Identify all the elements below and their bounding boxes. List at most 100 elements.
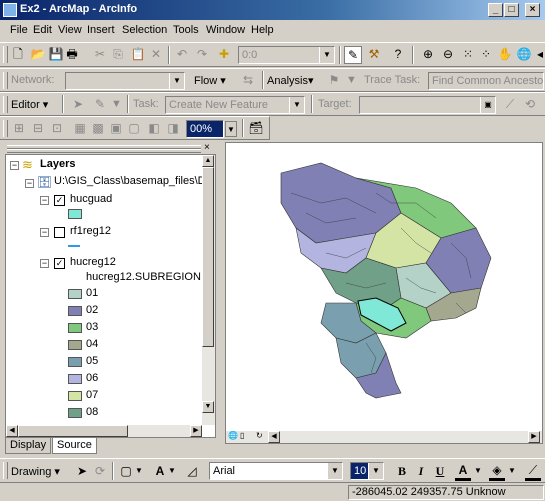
new-text-icon[interactable]: A [152, 463, 168, 479]
cut-icon[interactable]: ✂ [92, 46, 108, 62]
scroll-right-icon[interactable]: ▶ [190, 425, 202, 437]
forward-extent-icon[interactable]: ◨ [165, 120, 181, 136]
delete-icon[interactable]: ✕ [148, 46, 164, 62]
chevron-down-icon[interactable]: ▼ [508, 466, 516, 475]
layout-zoom-combo[interactable]: 00% [186, 120, 224, 138]
sketch-dropdown-arrow[interactable]: ▼ [111, 98, 122, 110]
scroll-right-icon[interactable]: ▶ [528, 431, 540, 443]
layer-visibility-checkbox[interactable]: ✓ [54, 195, 65, 206]
trace-task-combo[interactable]: Find Common Ancesto [428, 72, 544, 90]
maximize-button[interactable]: □ [504, 3, 519, 17]
select-elements-icon[interactable]: ➤ [74, 463, 90, 479]
collapse-icon[interactable]: − [10, 161, 19, 170]
print-icon[interactable]: 🖶 [64, 46, 80, 62]
toolbar-grip[interactable] [3, 46, 8, 63]
editor-toolbar-icon[interactable]: ✎ [344, 46, 362, 64]
new-document-icon[interactable]: 🗋 [10, 46, 26, 62]
zoom-whole-page-icon[interactable]: ▦ [72, 120, 88, 136]
chevron-down-icon[interactable]: ▼ [289, 97, 304, 113]
whats-this-icon[interactable]: ? [390, 46, 406, 62]
tab-source[interactable]: Source [52, 438, 97, 454]
toolbar-grip[interactable] [3, 462, 8, 479]
layer-visibility-checkbox[interactable]: ✓ [54, 258, 65, 269]
menu-edit[interactable]: Edit [33, 24, 52, 36]
target-combo[interactable]: ▣ [359, 96, 496, 114]
flag-dropdown-arrow[interactable]: ▼ [346, 74, 357, 86]
map-view[interactable]: 🌐 ▯ ↻ ◀ ▶ [225, 142, 543, 444]
flow-menu[interactable]: Flow ▾ [194, 74, 226, 87]
pan-icon[interactable]: ✋ [497, 46, 513, 62]
line-color-icon[interactable]: ⟋ [525, 462, 541, 481]
undo-icon[interactable]: ↶ [174, 46, 190, 62]
scroll-up-icon[interactable]: ▲ [202, 155, 214, 167]
redo-icon[interactable]: ↷ [194, 46, 210, 62]
toolbar-grip[interactable] [3, 120, 8, 137]
layout-view-icon[interactable]: ▯ [240, 431, 244, 440]
font-size-combo[interactable]: 10 ▼ [350, 462, 384, 480]
add-flag-icon[interactable]: ⚑ [326, 72, 342, 88]
layer-name-hucguad[interactable]: hucguad [70, 193, 112, 205]
rectangle-icon[interactable]: ▢ [118, 463, 134, 479]
font-color-icon[interactable]: A [455, 462, 471, 481]
chevron-down-icon[interactable]: ▼ [319, 47, 334, 63]
map-scale-combo[interactable]: 0:0 ▼ [238, 46, 335, 64]
chevron-down-icon[interactable]: ▼ [169, 73, 184, 89]
scroll-down-icon[interactable]: ▼ [202, 401, 214, 413]
layout-zoom-in-icon[interactable]: ⊞ [11, 120, 27, 136]
chevron-down-icon[interactable]: ▼ [168, 466, 176, 475]
callout-icon[interactable]: ◿ [184, 463, 200, 479]
italic-button[interactable]: I [413, 463, 429, 479]
menu-file[interactable]: File [10, 24, 28, 36]
collapse-icon[interactable]: − [40, 196, 49, 205]
scroll-left-icon[interactable]: ◀ [268, 431, 280, 443]
scroll-thumb[interactable] [202, 167, 214, 347]
chevron-down-icon[interactable]: ▼ [135, 466, 143, 475]
menu-selection[interactable]: Selection [122, 24, 167, 36]
fixed-zoom-out-icon[interactable]: ⁘ [478, 46, 494, 62]
close-button[interactable]: × [525, 3, 540, 17]
underline-button[interactable]: U [432, 463, 448, 479]
layers-root-label[interactable]: Layers [40, 158, 75, 170]
layout-zoom-out-icon[interactable]: ⊟ [30, 120, 46, 136]
save-icon[interactable]: 💾 [48, 46, 64, 62]
drawing-menu[interactable]: Drawing ▾ [11, 465, 60, 478]
open-folder-icon[interactable]: 📂 [30, 46, 46, 62]
toolbar-grip[interactable] [3, 96, 8, 113]
task-combo[interactable]: Create New Feature ▼ [165, 96, 305, 114]
split-tool-icon[interactable]: ⟋ [502, 96, 518, 112]
toc-horizontal-scrollbar[interactable]: ◀ ▶ [6, 425, 202, 437]
add-data-icon[interactable]: ✚ [216, 46, 232, 62]
layer-visibility-checkbox[interactable] [54, 227, 65, 238]
watershed-map[interactable] [226, 143, 542, 433]
collapse-icon[interactable]: − [25, 179, 34, 188]
menu-view[interactable]: View [58, 24, 82, 36]
chevron-down-icon[interactable]: ▼ [327, 463, 342, 479]
chevron-down-icon[interactable]: ▼ [368, 463, 383, 479]
arctoolbox-icon[interactable]: ⚒ [366, 46, 382, 62]
copy-icon[interactable]: ⎘ [110, 46, 126, 62]
more-tools-icon[interactable]: ◂ [532, 46, 545, 62]
paste-icon[interactable]: 📋 [130, 46, 146, 62]
back-extent-icon[interactable]: ◧ [146, 120, 162, 136]
scroll-left-icon[interactable]: ◀ [6, 425, 18, 437]
layout-pan-icon[interactable]: ⊡ [49, 120, 65, 136]
full-extent-icon[interactable]: 🌐 [516, 46, 532, 62]
minimize-button[interactable]: _ [488, 3, 503, 17]
zoom-100-icon[interactable]: ▩ [90, 120, 106, 136]
bold-button[interactable]: B [394, 463, 410, 479]
analysis-menu[interactable]: Analysis▾ [267, 74, 313, 87]
collapse-icon[interactable]: − [40, 228, 49, 237]
rotate-tool-icon[interactable]: ⟲ [522, 96, 538, 112]
refresh-icon[interactable]: ↻ [256, 431, 263, 440]
menu-window[interactable]: Window [206, 24, 245, 36]
sketch-tool-icon[interactable]: ✎ [92, 96, 108, 112]
layer-name-rf1reg12[interactable]: rf1reg12 [70, 225, 111, 237]
chevron-down-icon[interactable]: ▣ [480, 97, 495, 113]
network-combo[interactable]: ▼ [65, 72, 185, 90]
tab-display[interactable]: Display [5, 438, 52, 454]
menu-insert[interactable]: Insert [87, 24, 115, 36]
menu-help[interactable]: Help [251, 24, 274, 36]
zoom-in-icon[interactable]: ⊕ [420, 46, 436, 62]
edit-tool-icon[interactable]: ➤ [70, 96, 86, 112]
layer-name-hucreg12[interactable]: hucreg12 [70, 256, 116, 268]
